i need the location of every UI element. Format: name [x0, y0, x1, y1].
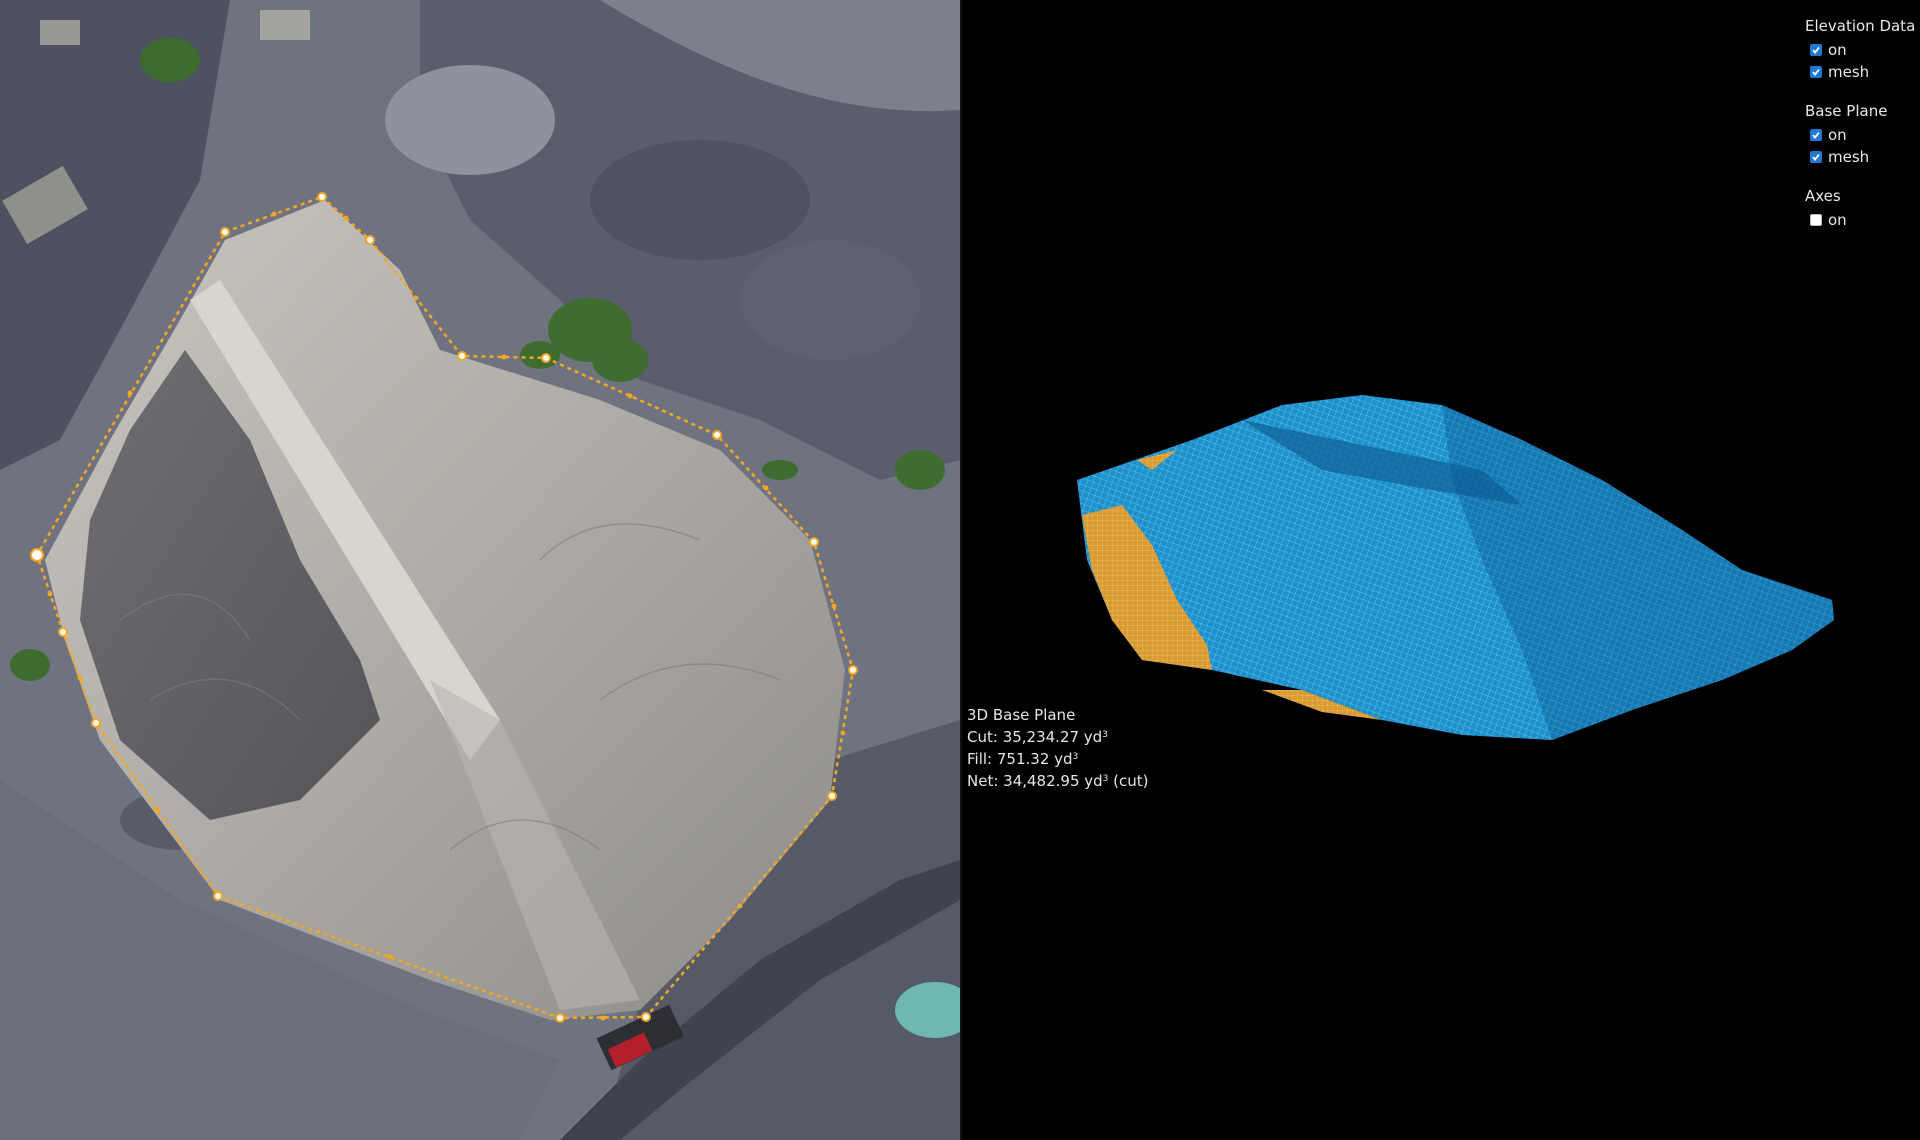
circle-handle-icon [220, 227, 230, 237]
circle-handle-icon [827, 791, 837, 801]
base-plane-mesh-toggle[interactable]: mesh [1810, 146, 1915, 168]
circle-handle-icon [848, 665, 858, 675]
orthophoto-image [0, 0, 960, 1140]
axes-title: Axes [1805, 187, 1841, 205]
elevation-mesh-label: mesh [1828, 63, 1870, 81]
checkbox-icon[interactable] [1810, 44, 1822, 56]
checkbox-icon[interactable] [1810, 66, 1822, 78]
circle-handle-icon [317, 192, 327, 202]
layer-controls: Elevation Data on mesh Base Plane on mes… [1805, 16, 1915, 249]
elevation-on-label: on [1828, 41, 1847, 59]
axes-on-label: on [1828, 211, 1847, 229]
circle-handle-icon [641, 1012, 651, 1022]
circle-handle-icon [541, 353, 551, 363]
base-plane-on-label: on [1828, 126, 1847, 144]
elevation-data-title: Elevation Data [1805, 17, 1916, 35]
elevation-data-group: Elevation Data on mesh [1805, 16, 1915, 83]
fill-volume: Fill: 751.32 yd3 [967, 750, 1079, 768]
base-plane-title: Base Plane [1805, 102, 1888, 120]
circle-handle-icon [457, 351, 467, 361]
checkbox-icon[interactable] [1810, 129, 1822, 141]
cut-volume: Cut: 35,234.27 yd3 [967, 728, 1108, 746]
base-plane-group: Base Plane on mesh [1805, 101, 1915, 168]
axes-group: Axes on [1805, 186, 1915, 231]
volume-readout: 3D Base Plane Cut: 35,234.27 yd3 Fill: 7… [967, 704, 1149, 792]
net-volume: Net: 34,482.95 yd3 (cut) [967, 772, 1149, 790]
circle-handle-icon [91, 718, 101, 728]
base-plane-on-toggle[interactable]: on [1810, 124, 1915, 146]
elevation-mesh-toggle[interactable]: mesh [1810, 61, 1915, 83]
circle-handle-icon [58, 627, 68, 637]
axes-on-toggle[interactable]: on [1810, 209, 1915, 231]
elevation-mesh [1077, 395, 1834, 740]
circle-handle-icon [365, 235, 375, 245]
3d-viewer[interactable]: 3D Base Plane Cut: 35,234.27 yd3 Fill: 7… [962, 0, 1920, 1140]
checkbox-icon[interactable] [1810, 151, 1822, 163]
checkbox-icon[interactable] [1810, 214, 1822, 226]
volume-title: 3D Base Plane [967, 706, 1076, 724]
base-plane-mesh-label: mesh [1828, 148, 1870, 166]
elevation-on-toggle[interactable]: on [1810, 39, 1915, 61]
circle-handle-icon [213, 891, 223, 901]
circle-handle-icon [712, 430, 722, 440]
circle-handle-icon [809, 537, 819, 547]
orthophoto-view[interactable] [0, 0, 960, 1140]
circle-handle-icon [30, 548, 44, 562]
circle-handle-icon [555, 1013, 565, 1023]
